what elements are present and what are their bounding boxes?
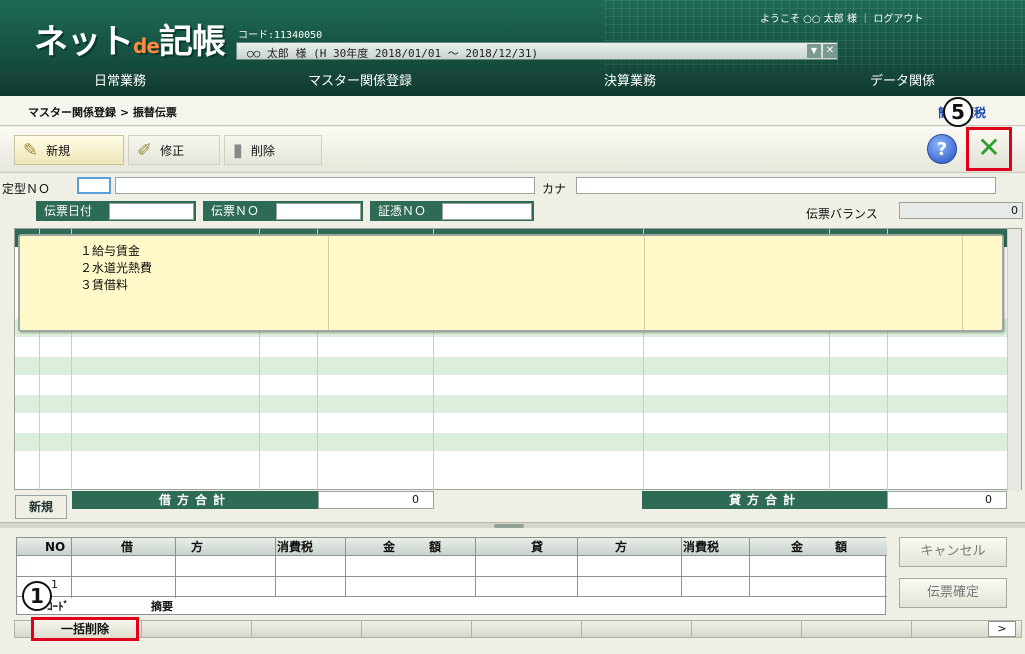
help-button[interactable]: ? — [927, 134, 957, 164]
next-page-button[interactable]: > — [988, 621, 1016, 637]
entry-col-line — [345, 538, 346, 598]
bar-sep — [251, 621, 252, 637]
delete-button[interactable]: ▮ 削除 — [224, 135, 322, 165]
app-header: ネットde記帳 コード:11340050 ○○ 太郎 様 (H 30年度 201… — [0, 0, 1025, 68]
dropdown-item[interactable]: ３賃借料 — [80, 276, 128, 293]
kana-input[interactable] — [576, 177, 996, 194]
entry-table[interactable]: NO 借 方 消費税 金 額 貸 方 消費税 金 額 1 ｺｰﾄﾞ 摘要 — [16, 537, 887, 615]
col-amount-1a: 金 — [383, 540, 396, 554]
bar-sep — [361, 621, 362, 637]
col-amount-2b: 額 — [835, 540, 848, 554]
proof-no-input[interactable] — [442, 203, 532, 220]
company-selector[interactable]: ○○ 太郎 様 (H 30年度 2018/01/01 ～ 2018/12/31) — [236, 42, 838, 60]
entry-col-line — [275, 538, 276, 598]
cancel-button[interactable]: キャンセル — [899, 537, 1007, 567]
new-button[interactable]: ✎ 新規 — [14, 135, 124, 165]
memo-label: 摘要 — [151, 600, 173, 613]
entry-col-line — [749, 538, 750, 598]
entry-col-line — [175, 538, 176, 598]
confirm-voucher-button[interactable]: 伝票確定 — [899, 578, 1007, 608]
welcome-text[interactable]: ようこそ ○○ 太郎 様 ｜ ログアウト — [760, 10, 923, 25]
bar-sep — [801, 621, 802, 637]
callout-5: 5 — [943, 97, 973, 127]
toolbar: ✎ 新規 ✐ 修正 ▮ 削除 — [0, 127, 1025, 173]
col-debit-1: 借 — [121, 540, 134, 554]
dropdown-col-line — [962, 236, 963, 330]
dropdown-col-line — [328, 236, 329, 330]
bar-sep — [581, 621, 582, 637]
col-debit-2: 方 — [191, 540, 204, 554]
edit-button[interactable]: ✐ 修正 — [128, 135, 220, 165]
kana-label: カナ — [542, 182, 567, 196]
bar-sep — [471, 621, 472, 637]
entry-col-line — [71, 538, 72, 598]
app-logo: ネットde記帳 — [34, 22, 226, 62]
chevron-down-icon[interactable]: ▼ — [807, 44, 821, 58]
pencil-icon: ✎ — [23, 139, 39, 161]
entry-header: NO 借 方 消費税 金 額 貸 方 消費税 金 額 — [17, 538, 887, 556]
voucher-no-input[interactable] — [276, 203, 361, 220]
entry-col-line — [475, 538, 476, 598]
voucher-date-input[interactable] — [109, 203, 194, 220]
breadcrumb: マスター関係登録 > 振替伝票 — [28, 106, 177, 119]
credit-total-value: 0 — [887, 491, 1007, 509]
grid-row[interactable] — [15, 395, 1008, 413]
account-dropdown[interactable]: １給与賃金 ２水道光熱費 ３賃借料 — [18, 234, 1004, 332]
bar-sep — [911, 621, 912, 637]
col-amount-1b: 額 — [429, 540, 442, 554]
bar-sep — [691, 621, 692, 637]
debit-total-label: 借方合計 — [72, 491, 318, 509]
memo-input[interactable] — [195, 597, 885, 614]
dropdown-item[interactable]: ２水道光熱費 — [80, 259, 152, 276]
entry-col-line — [681, 538, 682, 598]
menu-closing[interactable]: 決算業務 — [480, 68, 780, 96]
menu-data[interactable]: データ関係 — [780, 68, 1025, 96]
callout-1: 1 — [22, 581, 52, 611]
template-no-label: 定型ＮＯ — [2, 182, 51, 196]
close-button[interactable]: ✕ — [966, 127, 1012, 171]
main-menu: 日常業務 マスター関係登録 決算業務 データ関係 — [0, 68, 1025, 96]
grid-row[interactable] — [15, 357, 1008, 375]
balance-value: 0 — [899, 202, 1023, 219]
entry-col-line — [577, 538, 578, 598]
close-icon[interactable]: ✕ — [823, 44, 837, 58]
function-bar — [14, 620, 1022, 638]
debit-total-value: 0 — [318, 491, 434, 509]
template-no-input[interactable] — [77, 177, 111, 194]
menu-master[interactable]: マスター関係登録 — [240, 68, 480, 96]
grid-row[interactable] — [15, 433, 1008, 451]
breadcrumb-bar: マスター関係登録 > 振替伝票 簡易課税 — [0, 96, 1025, 126]
col-no: NO — [45, 540, 66, 554]
menu-daily[interactable]: 日常業務 — [0, 68, 240, 96]
entry-row-no: 1 — [51, 578, 58, 591]
col-amount-2a: 金 — [791, 540, 804, 554]
bulk-delete-button[interactable]: 一括削除 — [31, 617, 139, 641]
col-credit-1: 貸 — [531, 540, 544, 554]
template-name-input[interactable] — [115, 177, 535, 194]
col-tax-2: 消費税 — [683, 540, 720, 554]
trash-icon: ▮ — [233, 139, 243, 161]
col-credit-2: 方 — [615, 540, 628, 554]
company-code: コード:11340050 — [238, 30, 323, 41]
grid-scrollbar[interactable] — [1007, 229, 1021, 491]
dropdown-item[interactable]: １給与賃金 — [80, 242, 140, 259]
col-tax-1: 消費税 — [277, 540, 314, 554]
credit-total-label: 貸方合計 — [642, 491, 888, 509]
dropdown-col-line — [644, 236, 645, 330]
new-row-button[interactable]: 新規 — [15, 495, 67, 519]
entry-row-line — [17, 576, 887, 577]
splitter-handle[interactable] — [494, 524, 524, 528]
bar-sep — [141, 621, 142, 637]
balance-label: 伝票バランス — [806, 207, 878, 221]
edit-icon: ✐ — [137, 139, 153, 161]
